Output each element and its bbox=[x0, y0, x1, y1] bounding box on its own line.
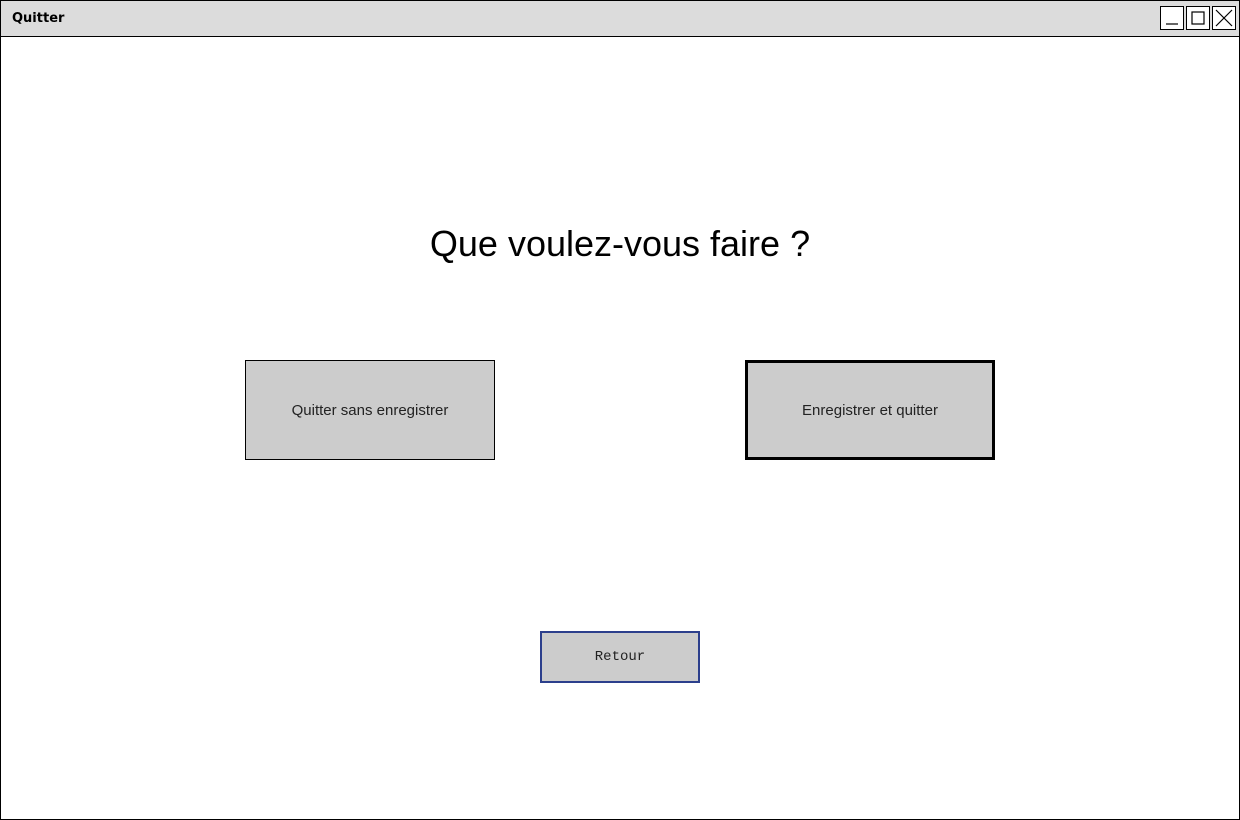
quit-without-saving-label: Quitter sans enregistrer bbox=[291, 401, 449, 419]
save-and-quit-label: Enregistrer et quitter bbox=[802, 401, 938, 419]
window-controls bbox=[1160, 6, 1236, 30]
minimize-button[interactable] bbox=[1160, 6, 1184, 30]
minimize-icon bbox=[1166, 23, 1178, 25]
close-icon bbox=[1215, 9, 1233, 27]
quit-window: Quitter Que voulez-vous faire ? Quitter … bbox=[0, 0, 1240, 820]
back-label: Retour bbox=[594, 649, 646, 665]
maximize-icon bbox=[1191, 11, 1205, 25]
back-button[interactable]: Retour bbox=[540, 631, 700, 683]
dialog-heading: Que voulez-vous faire ? bbox=[429, 223, 811, 264]
quit-without-saving-button[interactable]: Quitter sans enregistrer bbox=[245, 360, 495, 460]
maximize-button[interactable] bbox=[1186, 6, 1210, 30]
window-title: Quitter bbox=[12, 11, 65, 26]
close-button[interactable] bbox=[1212, 6, 1236, 30]
save-and-quit-button[interactable]: Enregistrer et quitter bbox=[745, 360, 995, 460]
title-bar[interactable]: Quitter bbox=[1, 1, 1239, 37]
